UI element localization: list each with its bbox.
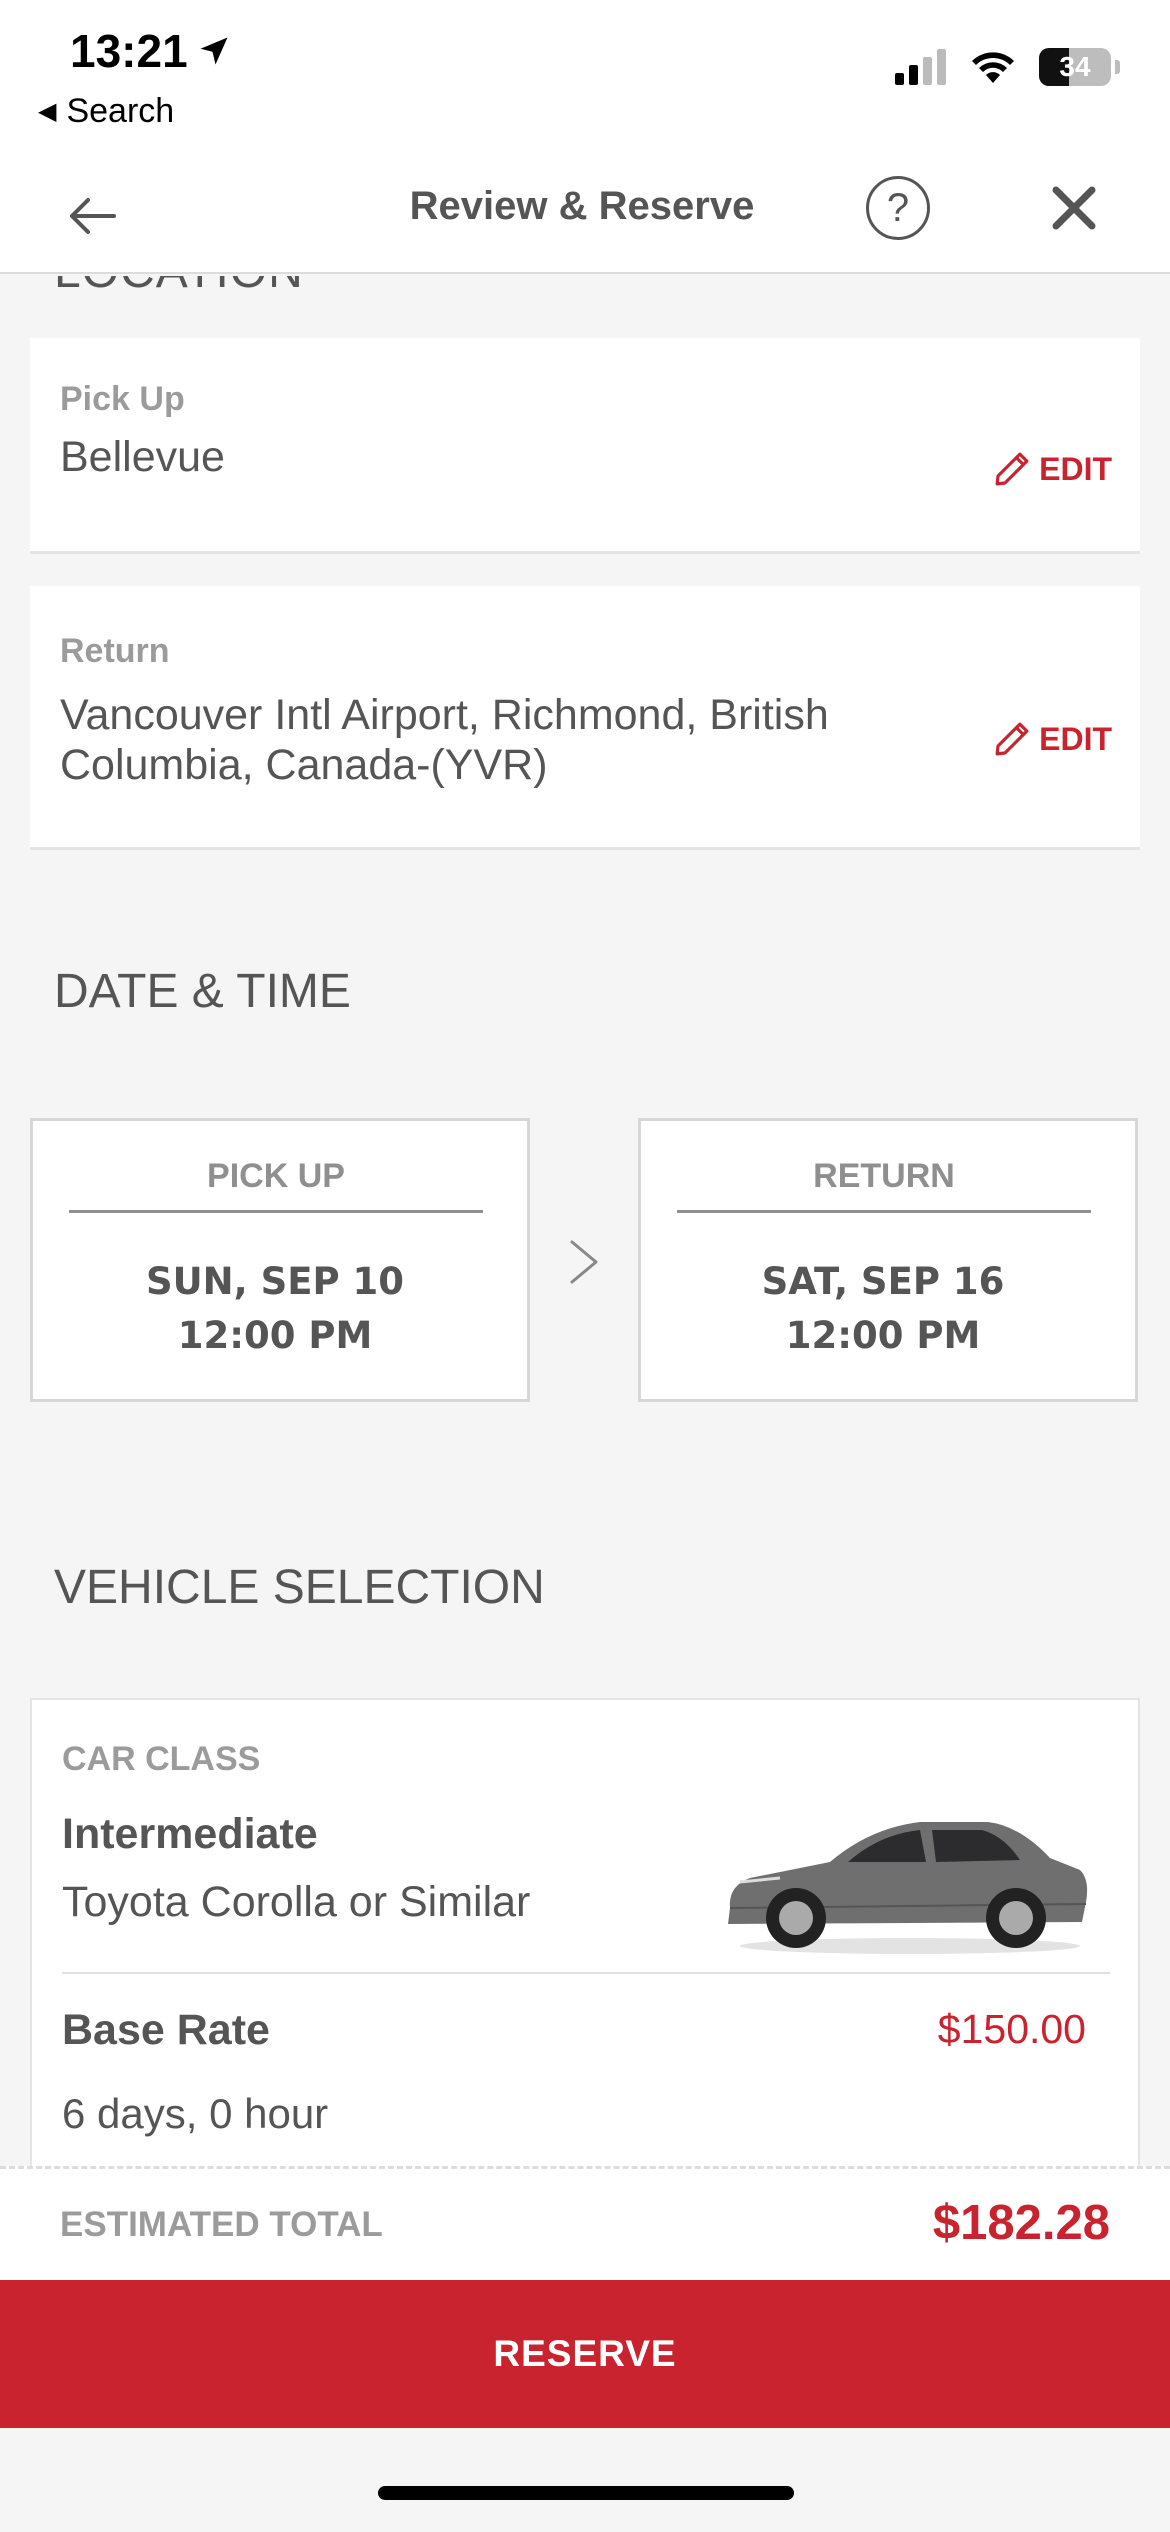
base-rate-label: Base Rate	[62, 2006, 270, 2054]
return-time: 12:00 PM	[785, 1314, 981, 1357]
close-icon[interactable]	[1046, 180, 1102, 236]
status-time-text: 13:21	[70, 25, 188, 77]
nav-bar: Review & Reserve ?	[0, 160, 1170, 274]
cellular-signal-icon	[895, 49, 946, 85]
reserve-button[interactable]: RESERVE	[0, 2280, 1170, 2428]
location-arrow-icon	[200, 37, 228, 65]
wifi-icon	[972, 52, 1014, 83]
return-date-box[interactable]: RETURN SAT, SEP 16 12:00 PM	[638, 1118, 1138, 1402]
chevron-right-icon	[570, 1240, 598, 1284]
pickup-date: SUN, SEP 10	[145, 1260, 404, 1303]
location-heading: LOCATION	[54, 276, 304, 299]
edit-pickup-label: EDIT	[1039, 450, 1112, 487]
vehicle-divider	[62, 1972, 1110, 1974]
rental-duration: 6 days, 0 hour	[62, 2090, 329, 2137]
estimated-total-value: $182.28	[932, 2196, 1110, 2250]
back-app-label: Search	[66, 92, 175, 130]
return-location-label: Return	[60, 632, 170, 670]
pencil-icon	[995, 452, 1029, 486]
pickup-location-label: Pick Up	[60, 380, 185, 418]
pickup-date-label: PICK UP	[69, 1157, 483, 1213]
battery-icon: 34	[1039, 48, 1111, 86]
return-date-label: RETURN	[677, 1157, 1091, 1213]
back-to-app-link[interactable]: ◀ Search	[38, 92, 174, 131]
edit-return-button[interactable]: EDIT	[991, 718, 1112, 760]
estimated-total-bar[interactable]: ESTIMATED TOTAL $182.28	[0, 2166, 1170, 2280]
car-model: Toyota Corolla or Similar	[62, 1878, 531, 1926]
base-rate-value: $150.00	[937, 2006, 1086, 2052]
vehicle-card: CAR CLASS Intermediate Toyota Corolla or…	[30, 1698, 1140, 2166]
pickup-time: 12:00 PM	[177, 1314, 373, 1357]
back-triangle-icon: ◀	[38, 98, 57, 125]
pickup-date-box[interactable]: PICK UP SUN, SEP 10 12:00 PM	[30, 1118, 530, 1402]
return-location-line1: Vancouver Intl Airport, Richmond, Britis…	[60, 691, 829, 739]
status-indicators: 34	[895, 48, 1120, 86]
vehicle-selection-heading: VEHICLE SELECTION	[54, 1561, 545, 1614]
main-content[interactable]: LOCATION Pick Up Bellevue EDIT Return Va…	[0, 276, 1170, 2166]
battery-cap	[1115, 60, 1120, 74]
help-icon[interactable]: ?	[866, 176, 930, 240]
car-image	[728, 1822, 1088, 1954]
status-time: 13:21	[70, 24, 232, 78]
date-time-heading: DATE & TIME	[54, 965, 351, 1018]
return-location-value: Vancouver Intl Airport, Richmond, Britis…	[60, 690, 829, 790]
pickup-location-card: Pick Up Bellevue EDIT	[30, 338, 1140, 554]
edit-return-label: EDIT	[1039, 720, 1112, 757]
home-indicator[interactable]	[378, 2486, 794, 2500]
page-title: Review & Reserve	[409, 184, 755, 228]
pickup-location-value: Bellevue	[60, 433, 225, 481]
status-bar: 13:21 ◀ Search 34	[0, 0, 1170, 160]
edit-pickup-button[interactable]: EDIT	[991, 448, 1112, 490]
return-date: SAT, SEP 16	[761, 1260, 1005, 1303]
return-date-value: SAT, SEP 16 12:00 PM	[641, 1255, 1125, 1363]
return-location-card: Return Vancouver Intl Airport, Richmond,…	[30, 586, 1140, 850]
car-class-label: CAR CLASS	[62, 1740, 261, 1778]
car-class-name: Intermediate	[62, 1810, 318, 1858]
pencil-icon	[995, 722, 1029, 756]
estimated-total-label: ESTIMATED TOTAL	[60, 2205, 383, 2244]
pickup-date-value: SUN, SEP 10 12:00 PM	[33, 1255, 517, 1363]
battery-level: 34	[1059, 51, 1091, 82]
return-location-line2: Columbia, Canada-(YVR)	[60, 741, 548, 789]
